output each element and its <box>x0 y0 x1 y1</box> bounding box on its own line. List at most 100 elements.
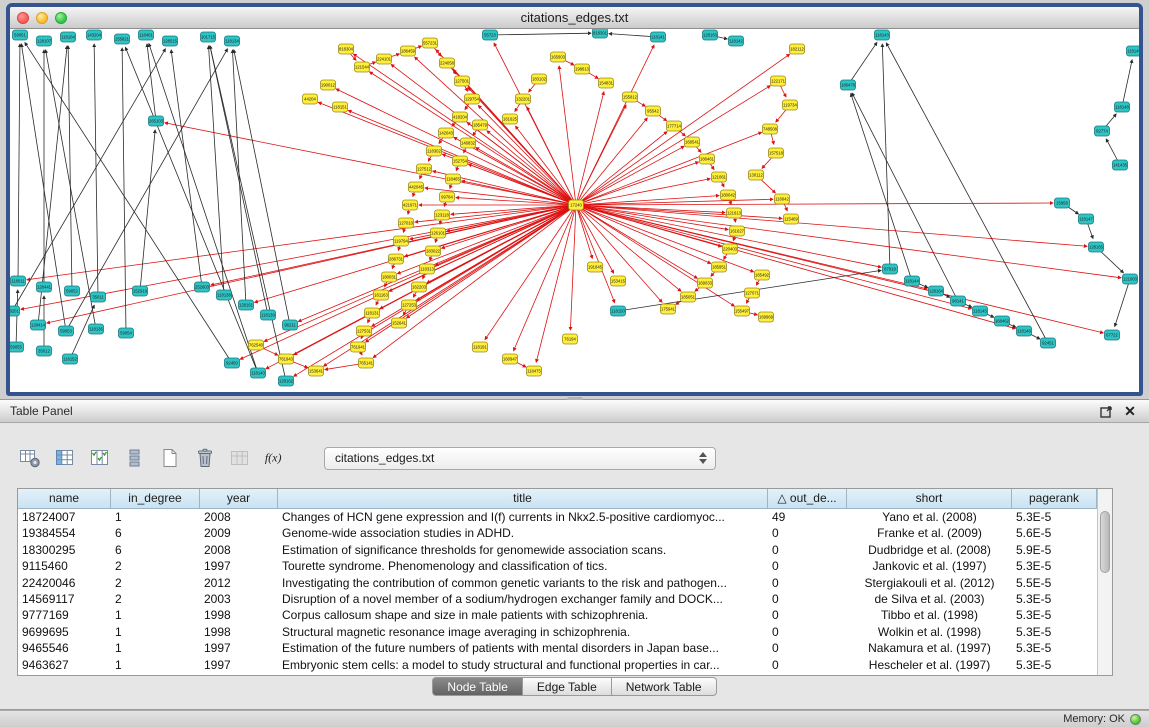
network-edge[interactable] <box>490 33 591 35</box>
network-node[interactable]: 161163 <box>374 290 389 300</box>
network-node[interactable]: 118140 <box>251 368 266 378</box>
network-node[interactable]: 127010 <box>399 218 414 228</box>
network-canvas[interactable]: 1724081830412154422410118645955723122405… <box>10 29 1139 391</box>
network-node[interactable]: 118138 <box>217 290 232 300</box>
network-node[interactable]: 118302 <box>427 146 442 156</box>
network-node[interactable]: 186478 <box>841 80 856 90</box>
network-node[interactable]: 418204 <box>453 112 468 122</box>
network-node[interactable]: 128441 <box>37 282 52 292</box>
network-node[interactable]: 818304 <box>339 44 354 54</box>
network-node[interactable]: 118191 <box>473 342 488 352</box>
network-edge[interactable] <box>140 130 155 291</box>
network-node[interactable]: 169033 <box>698 278 713 288</box>
network-node[interactable]: 121003 <box>1123 274 1138 284</box>
network-node[interactable]: 128163 <box>703 30 718 40</box>
float-panel-icon[interactable] <box>1097 403 1115 420</box>
network-edge[interactable] <box>1115 279 1130 326</box>
network-node[interactable]: 118152 <box>63 354 78 364</box>
network-node[interactable]: 180031 <box>382 272 397 282</box>
close-window-button[interactable] <box>17 12 29 24</box>
network-node[interactable]: 96211 <box>283 320 298 330</box>
network-edge[interactable] <box>576 203 1053 205</box>
network-node[interactable]: 157518 <box>769 148 784 158</box>
network-edge[interactable] <box>852 93 958 301</box>
tab-edge-table[interactable]: Edge Table <box>523 677 612 696</box>
tab-network-table[interactable]: Network Table <box>612 677 717 696</box>
network-edge[interactable] <box>125 47 258 373</box>
network-node[interactable]: 17240 <box>569 200 584 210</box>
network-node[interactable]: 186459 <box>401 46 416 56</box>
network-node[interactable]: 118151 <box>333 102 348 112</box>
network-node[interactable]: 765141 <box>359 358 374 368</box>
network-node[interactable]: 59053 <box>59 326 74 336</box>
table-scrollbar[interactable] <box>1097 489 1112 675</box>
network-node[interactable]: 128161 <box>239 300 254 310</box>
network-node[interactable]: 118011 <box>11 276 26 286</box>
network-edge[interactable] <box>210 46 286 381</box>
network-node[interactable]: 128107 <box>37 36 52 46</box>
network-table-select[interactable]: citations_edges.txt <box>324 447 716 470</box>
column-header-in_degree[interactable]: in_degree <box>111 489 200 508</box>
network-edge[interactable] <box>147 44 156 121</box>
network-node[interactable]: 118313 <box>420 264 435 274</box>
network-node[interactable]: 421971 <box>403 200 418 210</box>
network-edge[interactable] <box>851 94 912 281</box>
network-edge[interactable] <box>576 54 790 205</box>
network-node[interactable]: 121613 <box>727 208 742 218</box>
network-edge[interactable] <box>848 42 877 85</box>
network-edge[interactable] <box>16 290 18 347</box>
network-node[interactable]: 175941 <box>661 304 676 314</box>
select-columns-icon[interactable] <box>88 446 112 470</box>
network-node[interactable]: 101715 <box>201 32 216 42</box>
network-node[interactable]: 141435 <box>1113 160 1128 170</box>
network-node[interactable]: 59054 <box>119 328 134 338</box>
tab-node-table[interactable]: Node Table <box>432 677 523 696</box>
zoom-window-button[interactable] <box>55 12 67 24</box>
network-node[interactable]: 190012 <box>321 80 336 90</box>
network-node[interactable]: 128414 <box>31 320 46 330</box>
network-edge[interactable] <box>1122 60 1132 107</box>
network-node[interactable]: 153641 <box>309 366 324 376</box>
network-node[interactable]: 185951 <box>712 262 727 272</box>
network-node[interactable]: 121061 <box>712 172 727 182</box>
network-edge[interactable] <box>149 44 258 373</box>
network-node[interactable]: 118141 <box>651 32 666 42</box>
network-node[interactable]: 118149 <box>1127 46 1140 56</box>
network-edge[interactable] <box>478 105 576 205</box>
network-node[interactable]: 161627 <box>730 226 745 236</box>
network-node[interactable]: 220403 <box>723 244 738 254</box>
network-node[interactable]: 224101 <box>377 54 392 64</box>
network-node[interactable]: 118145 <box>973 306 988 316</box>
network-node[interactable]: 118147 <box>1079 214 1094 224</box>
network-edge[interactable] <box>68 46 72 291</box>
network-edge[interactable] <box>467 122 576 205</box>
network-edge[interactable] <box>576 205 971 309</box>
network-node[interactable]: 118475 <box>527 366 542 376</box>
network-node[interactable]: 152919 <box>133 286 148 296</box>
network-node[interactable]: 169969 <box>759 312 774 322</box>
network-node[interactable]: 35011 <box>91 292 106 302</box>
network-node[interactable]: 557231 <box>423 38 438 48</box>
close-panel-icon[interactable]: ✕ <box>1121 403 1139 420</box>
network-node[interactable]: 92450 <box>225 358 240 368</box>
table-row[interactable]: 1938455462009Genome-wide association stu… <box>18 525 1112 541</box>
network-node[interactable]: 127501 <box>455 76 470 86</box>
network-node[interactable]: 142043 <box>439 128 454 138</box>
import-table-icon[interactable] <box>228 446 252 470</box>
network-node[interactable]: 119734 <box>783 100 798 110</box>
network-node[interactable]: 198613 <box>575 64 590 74</box>
network-node[interactable]: 161625 <box>503 114 518 124</box>
network-node[interactable]: 118134 <box>225 36 240 46</box>
network-node[interactable]: 183022 <box>426 246 441 256</box>
row-view-icon[interactable] <box>123 446 147 470</box>
network-node[interactable]: 177714 <box>667 121 682 131</box>
table-scrollbar-thumb[interactable] <box>1100 511 1110 573</box>
network-node[interactable]: 128162 <box>279 376 294 386</box>
network-node[interactable]: 118465 <box>446 174 461 184</box>
network-node[interactable]: 762540 <box>249 340 264 350</box>
network-edge[interactable] <box>559 66 576 205</box>
column-header-out_de[interactable]: △ out_de... <box>768 489 847 508</box>
network-node[interactable]: 76194 <box>563 334 578 344</box>
network-node[interactable]: 818301 <box>593 29 608 38</box>
table-row[interactable]: 911546021997Tourette syndrome. Phenomeno… <box>18 558 1112 574</box>
